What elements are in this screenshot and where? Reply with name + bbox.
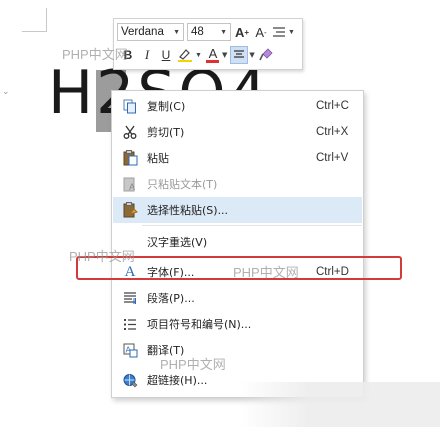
shrink-font-sup: - <box>264 27 267 37</box>
paragraph-marker: ⌄ <box>2 87 10 97</box>
paste-special-icon <box>121 201 139 219</box>
font-color-label: A <box>208 45 218 61</box>
chevron-down-icon: ▼ <box>221 51 228 59</box>
italic-label: I <box>144 47 150 62</box>
text-highlight-icon <box>178 49 192 62</box>
mini-format-toolbar: Verdana ▼ 48 ▼ A + A- ▼ B I U ▼ A ▼ ▼ <box>113 18 303 70</box>
hyperlink-icon <box>121 371 139 389</box>
chevron-down-icon: ▼ <box>220 28 227 36</box>
menu-item-label: 粘贴 <box>147 152 169 165</box>
center-align-icon <box>234 50 245 58</box>
menu-item-label: 复制(C) <box>147 100 186 113</box>
bullet-list-icon <box>121 315 139 333</box>
underline-button[interactable]: U <box>158 46 174 64</box>
menu-item-paste[interactable]: 粘贴 Ctrl+V <box>113 145 362 171</box>
italic-button[interactable]: I <box>139 46 155 64</box>
watermark-text: PHP中文网 <box>233 265 299 280</box>
scissors-icon <box>121 123 139 141</box>
format-painter-icon <box>259 48 273 61</box>
menu-item-bullets-numbering[interactable]: 项目符号和编号(N)... <box>113 311 362 337</box>
copy-icon <box>121 97 139 115</box>
menu-item-label: 汉字重选(V) <box>147 236 208 249</box>
paste-text-icon: A <box>121 175 139 193</box>
format-painter-button[interactable] <box>258 46 274 64</box>
menu-item-label: 选择性粘贴(S)... <box>147 204 229 217</box>
menu-item-copy[interactable]: 复制(C) Ctrl+C <box>113 93 362 119</box>
translate-icon: A <box>121 341 139 359</box>
menu-separator <box>142 225 362 226</box>
font-color-button[interactable]: A <box>205 46 221 64</box>
chevron-down-icon: ▼ <box>173 28 180 36</box>
watermark-text: PHP中文网 <box>69 249 135 264</box>
grow-font-button[interactable]: A + <box>234 23 250 41</box>
page-margin-mark <box>22 31 46 32</box>
menu-item-shortcut: Ctrl+C <box>316 100 349 112</box>
menu-item-shortcut: Ctrl+V <box>316 152 349 164</box>
grow-font-sup: + <box>244 27 250 37</box>
text-highlight-button[interactable]: ▼ <box>177 46 202 64</box>
font-size-value: 48 <box>191 26 204 38</box>
menu-item-hanzi-reselect[interactable]: 汉字重选(V) <box>113 229 362 255</box>
menu-item-cut[interactable]: 剪切(T) Ctrl+X <box>113 119 362 145</box>
grow-font-label: A <box>234 24 245 40</box>
menu-item-translate[interactable]: A 翻译(T) <box>113 337 362 363</box>
paragraph-icon <box>121 289 139 307</box>
page-margin-mark <box>46 8 47 32</box>
chevron-down-icon: ▼ <box>249 51 255 59</box>
line-spacing-icon <box>273 27 285 37</box>
menu-item-label: 只粘贴文本(T) <box>147 178 218 191</box>
font-name-dropdown[interactable]: Verdana ▼ <box>117 23 184 41</box>
menu-item-label: 段落(P)... <box>147 292 195 305</box>
menu-item-label: 项目符号和编号(N)... <box>147 318 252 331</box>
font-color-swatch <box>206 59 220 63</box>
watermark-text: PHP中文网 <box>160 357 226 372</box>
line-spacing-button[interactable]: ▼ <box>272 23 295 41</box>
menu-item-paste-text[interactable]: A 只粘贴文本(T) <box>113 171 362 197</box>
menu-item-label: 剪切(T) <box>147 126 185 139</box>
font-name-value: Verdana <box>121 26 164 38</box>
chevron-down-icon: ▼ <box>195 51 202 59</box>
chevron-down-icon: ▼ <box>288 28 295 36</box>
menu-item-paragraph[interactable]: 段落(P)... <box>113 285 362 311</box>
menu-item-shortcut: Ctrl+X <box>316 126 349 138</box>
context-menu: 复制(C) Ctrl+C 剪切(T) Ctrl+X 粘贴 Ctrl+V A 只粘… <box>111 90 364 398</box>
paste-icon <box>121 149 139 167</box>
background-smudge <box>240 382 440 427</box>
watermark-text: PHP中文网 <box>62 47 128 62</box>
underline-label: U <box>161 48 171 62</box>
svg-text:A: A <box>129 182 135 192</box>
menu-item-paste-special[interactable]: 选择性粘贴(S)... <box>113 197 362 223</box>
shrink-font-label: A <box>255 24 264 40</box>
center-align-button[interactable] <box>230 46 249 64</box>
font-size-dropdown[interactable]: 48 ▼ <box>187 23 231 41</box>
shrink-font-button[interactable]: A- <box>253 23 269 41</box>
